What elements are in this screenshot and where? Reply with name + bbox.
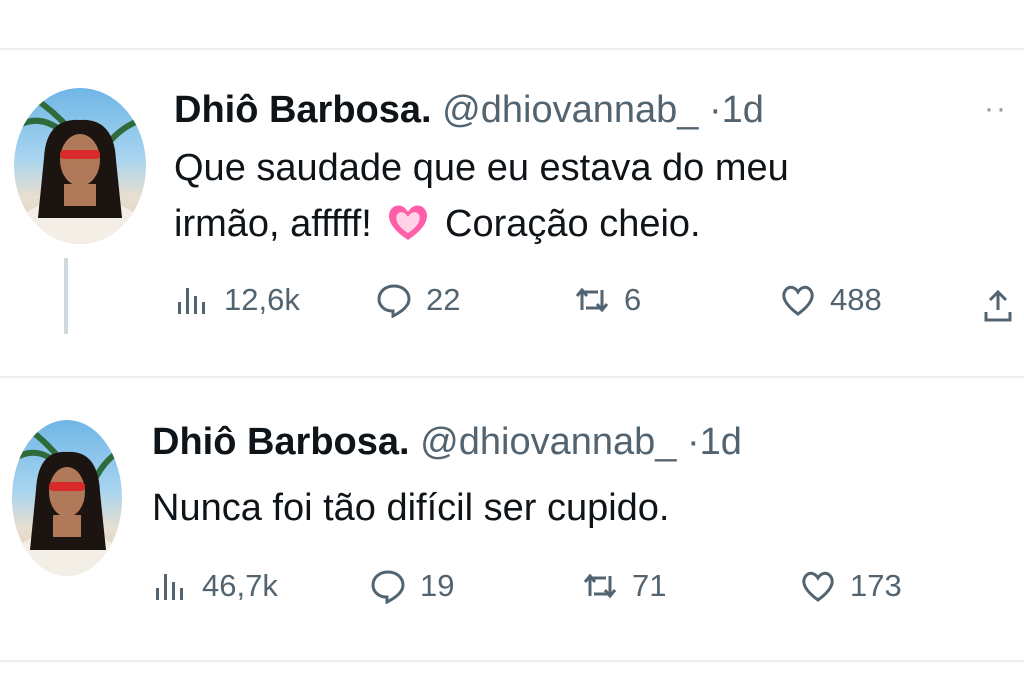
reply-button[interactable]: 19 [370, 568, 454, 604]
views-count: 46,7k [202, 568, 278, 603]
retweet-count: 6 [624, 282, 642, 317]
tweet-text-line-2: irmão, afffff! Coração cheio. [174, 198, 701, 250]
like-count: 488 [830, 282, 882, 317]
divider-middle [0, 376, 1024, 378]
timestamp[interactable]: 1d [722, 89, 764, 131]
retweet-button[interactable]: 71 [582, 568, 666, 604]
more-options-icon[interactable]: ·· [984, 92, 1008, 126]
views-button[interactable]: 12,6k [174, 282, 300, 318]
user-handle[interactable]: @dhiovannab_ [420, 421, 676, 463]
share-button[interactable] [980, 288, 1016, 329]
timestamp[interactable]: 1d [700, 421, 742, 463]
thread-line [64, 258, 68, 334]
views-button[interactable]: 46,7k [152, 568, 278, 604]
tweet-actions: 12,6k 22 6 488 [174, 282, 1024, 330]
separator-dot: · [686, 421, 700, 463]
tweet-text-end: Coração cheio. [445, 203, 701, 245]
tweet-header: Dhiô Barbosa. @dhiovannab_ ·1d [174, 88, 764, 132]
retweet-icon [575, 287, 609, 313]
pink-heart-emoji [389, 205, 428, 240]
reply-icon [371, 570, 405, 604]
user-handle[interactable]: @dhiovannab_ [442, 89, 698, 131]
heart-icon [782, 285, 814, 316]
avatar[interactable] [12, 420, 122, 576]
heart-icon [802, 571, 834, 602]
share-icon [984, 289, 1012, 322]
display-name[interactable]: Dhiô Barbosa. [152, 421, 410, 463]
like-button[interactable]: 173 [800, 568, 902, 604]
avatar[interactable] [14, 88, 146, 244]
reply-count: 22 [426, 282, 461, 317]
retweet-icon [583, 573, 617, 599]
reply-icon [377, 284, 411, 318]
tweet-text-line-1: Que saudade que eu estava do meu [174, 147, 789, 189]
reply-count: 19 [420, 568, 455, 603]
views-icon [156, 574, 183, 600]
like-count: 173 [850, 568, 902, 603]
views-count: 12,6k [224, 282, 300, 317]
avatar-photo [14, 95, 146, 244]
tweet-text: Nunca foi tão difícil ser cupido. [152, 487, 670, 529]
reply-button[interactable]: 22 [376, 282, 460, 318]
retweet-count: 71 [632, 568, 667, 603]
display-name[interactable]: Dhiô Barbosa. [174, 89, 432, 131]
avatar-photo [12, 427, 122, 576]
tweet-text-start: irmão, afffff! [174, 203, 372, 245]
retweet-button[interactable]: 6 [574, 282, 641, 318]
separator-dot: · [708, 89, 722, 131]
tweet-header: Dhiô Barbosa. @dhiovannab_ ·1d [152, 420, 742, 464]
tweet-1[interactable]: Dhiô Barbosa. @dhiovannab_ ·1d ·· Que sa… [0, 0, 1024, 380]
divider-bottom [0, 660, 1024, 662]
views-icon [178, 288, 205, 314]
tweet-actions: 46,7k 19 71 173 [152, 568, 1002, 616]
tweet-2[interactable]: Dhiô Barbosa. @dhiovannab_ ·1d Nunca foi… [0, 380, 1024, 660]
like-button[interactable]: 488 [780, 282, 882, 318]
